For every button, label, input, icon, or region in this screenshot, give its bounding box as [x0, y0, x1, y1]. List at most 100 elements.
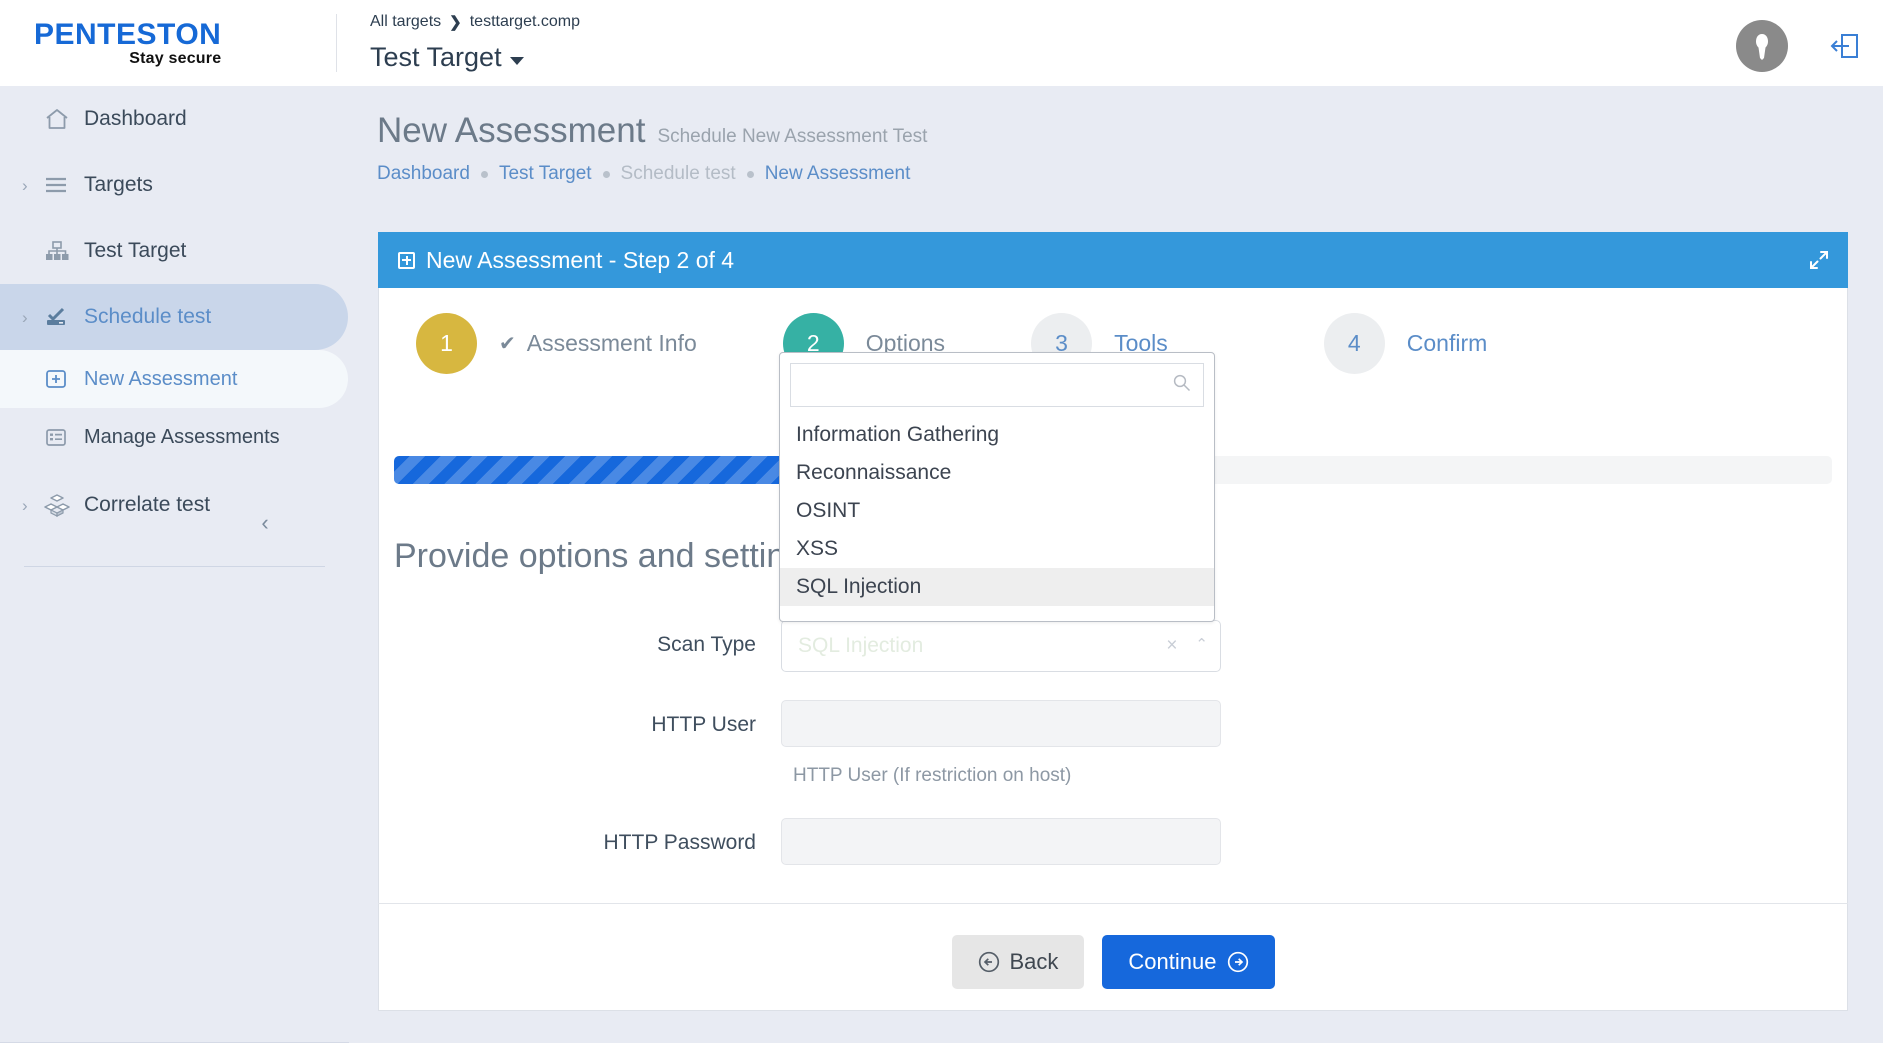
step-label-group: ✔ Assessment Info [499, 330, 697, 357]
scan-type-selected-value: SQL Injection [798, 634, 1166, 658]
sidebar: Dashboard › Targets Test Targe [0, 86, 349, 1043]
scan-type-label: Scan Type [381, 620, 781, 657]
cubes-icon [44, 493, 84, 517]
http-user-help-text: HTTP User (If restriction on host) [793, 765, 1071, 787]
top-breadcrumb: All targets ❯ testtarget.comp [370, 13, 580, 31]
step-number: 1 [416, 313, 477, 374]
plus-box-icon [398, 252, 415, 269]
step-label: Assessment Info [527, 330, 697, 357]
chevron-down-icon [510, 57, 524, 65]
chevron-right-icon[interactable]: › [22, 177, 44, 194]
sidebar-item-correlate-test[interactable]: › Correlate test [0, 472, 349, 538]
dropdown-option[interactable]: SQL Injection [780, 568, 1214, 606]
logout-icon[interactable] [1829, 32, 1859, 60]
dropdown-option[interactable]: Reconnaissance [780, 454, 1214, 492]
topbar-divider [336, 14, 337, 72]
brand-tagline: Stay secure [34, 51, 221, 67]
wizard-step-4[interactable]: 4 Confirm [1324, 313, 1488, 374]
sidebar-item-manage-assessments[interactable]: Manage Assessments [0, 408, 349, 466]
list-icon [44, 175, 84, 195]
sidebar-item-label: New Assessment [84, 368, 237, 391]
http-password-input[interactable] [781, 818, 1221, 865]
dropdown-option[interactable]: Information Gathering [780, 416, 1214, 454]
brand-name: PENTESTON [34, 20, 221, 50]
list-box-icon [44, 425, 84, 449]
home-icon [44, 107, 84, 131]
form-heading: Provide options and settings [394, 537, 821, 576]
dropdown-search-input[interactable] [803, 373, 1172, 397]
chevron-right-icon: ❯ [449, 13, 462, 31]
arrow-right-circle-icon [1227, 951, 1249, 973]
plus-box-icon [44, 367, 84, 391]
breadcrumb-dashboard[interactable]: Dashboard [377, 163, 470, 185]
chevron-right-icon[interactable]: › [22, 497, 44, 514]
chevron-up-icon[interactable]: ⌃ [1195, 635, 1208, 653]
schedule-icon [44, 306, 84, 328]
continue-button-label: Continue [1128, 949, 1216, 975]
sidebar-item-targets[interactable]: › Targets [0, 152, 349, 218]
wizard-panel-title: New Assessment - Step 2 of 4 [426, 247, 734, 274]
breadcrumb-dot [603, 171, 610, 178]
scan-type-dropdown: Information Gathering Reconnaissance OSI… [779, 352, 1215, 622]
wizard-panel-header: New Assessment - Step 2 of 4 [378, 232, 1848, 288]
wizard-step-1[interactable]: 1 ✔ Assessment Info [416, 313, 697, 374]
top-bar: PENTESTON Stay secure All targets ❯ test… [0, 0, 1883, 86]
sidebar-item-label: Test Target [84, 239, 186, 263]
brand-logo[interactable]: PENTESTON Stay secure [0, 0, 336, 86]
expand-icon[interactable] [1808, 249, 1830, 271]
page-header: New Assessment Schedule New Assessment T… [349, 86, 1883, 185]
sidebar-item-test-target[interactable]: Test Target [0, 218, 349, 284]
http-user-label: HTTP User [381, 700, 781, 737]
dropdown-option[interactable]: XSS [780, 530, 1214, 568]
footer-divider [378, 903, 1848, 904]
breadcrumb-test-target[interactable]: Test Target [499, 163, 592, 185]
dropdown-option-list: Information Gathering Reconnaissance OSI… [780, 416, 1214, 606]
chevron-right-icon[interactable]: › [22, 309, 44, 326]
http-password-row: HTTP Password [381, 818, 1221, 865]
sidebar-item-new-assessment[interactable]: New Assessment [0, 350, 348, 408]
sidebar-item-label: Manage Assessments [84, 426, 280, 449]
back-button[interactable]: Back [952, 935, 1085, 989]
sidebar-divider [24, 566, 325, 567]
sidebar-item-label: Schedule test [84, 305, 211, 329]
scan-type-row: Scan Type [381, 620, 781, 657]
arrow-left-circle-icon [978, 951, 1000, 973]
target-selector[interactable]: Test Target [370, 42, 524, 73]
http-user-input[interactable] [781, 700, 1221, 747]
breadcrumb-dot [747, 171, 754, 178]
breadcrumb-dot [481, 171, 488, 178]
check-icon: ✔ [499, 331, 516, 356]
step-label: Confirm [1407, 330, 1488, 357]
sidebar-item-label: Dashboard [84, 107, 187, 131]
wizard-footer: Back Continue [378, 935, 1848, 989]
breadcrumb-new-assessment[interactable]: New Assessment [765, 163, 911, 185]
step-number: 4 [1324, 313, 1385, 374]
breadcrumb-schedule-test[interactable]: Schedule test [621, 163, 736, 185]
http-password-label: HTTP Password [381, 818, 781, 855]
dropdown-search-box[interactable] [790, 363, 1204, 407]
chevron-left-icon: ‹ [261, 510, 268, 536]
wizard-panel-title-group: New Assessment - Step 2 of 4 [398, 247, 734, 274]
breadcrumb-target-host[interactable]: testtarget.comp [470, 13, 580, 31]
sitemap-icon [44, 240, 84, 262]
dropdown-option[interactable]: OSINT [780, 492, 1214, 530]
sidebar-item-dashboard[interactable]: Dashboard [0, 86, 349, 152]
avatar[interactable] [1736, 20, 1788, 72]
person-icon [1749, 31, 1775, 61]
sidebar-item-schedule-test[interactable]: › Schedule test [0, 284, 348, 350]
breadcrumb: Dashboard Test Target Schedule test New … [377, 163, 1883, 185]
scan-type-select[interactable]: SQL Injection × ⌃ [781, 620, 1221, 672]
app-root: PENTESTON Stay secure All targets ❯ test… [0, 0, 1883, 1043]
search-icon [1172, 373, 1191, 397]
page-subtitle: Schedule New Assessment Test [657, 126, 927, 148]
sidebar-collapse-button[interactable]: ‹ [248, 506, 282, 540]
back-button-label: Back [1010, 949, 1059, 975]
page-title: New Assessment [377, 111, 645, 151]
sidebar-item-label: Targets [84, 173, 153, 197]
continue-button[interactable]: Continue [1102, 935, 1274, 989]
target-selector-label: Test Target [370, 42, 502, 73]
sidebar-item-label: Correlate test [84, 493, 210, 517]
http-user-row: HTTP User [381, 700, 1221, 747]
clear-icon[interactable]: × [1166, 635, 1177, 657]
breadcrumb-all-targets[interactable]: All targets [370, 13, 441, 31]
